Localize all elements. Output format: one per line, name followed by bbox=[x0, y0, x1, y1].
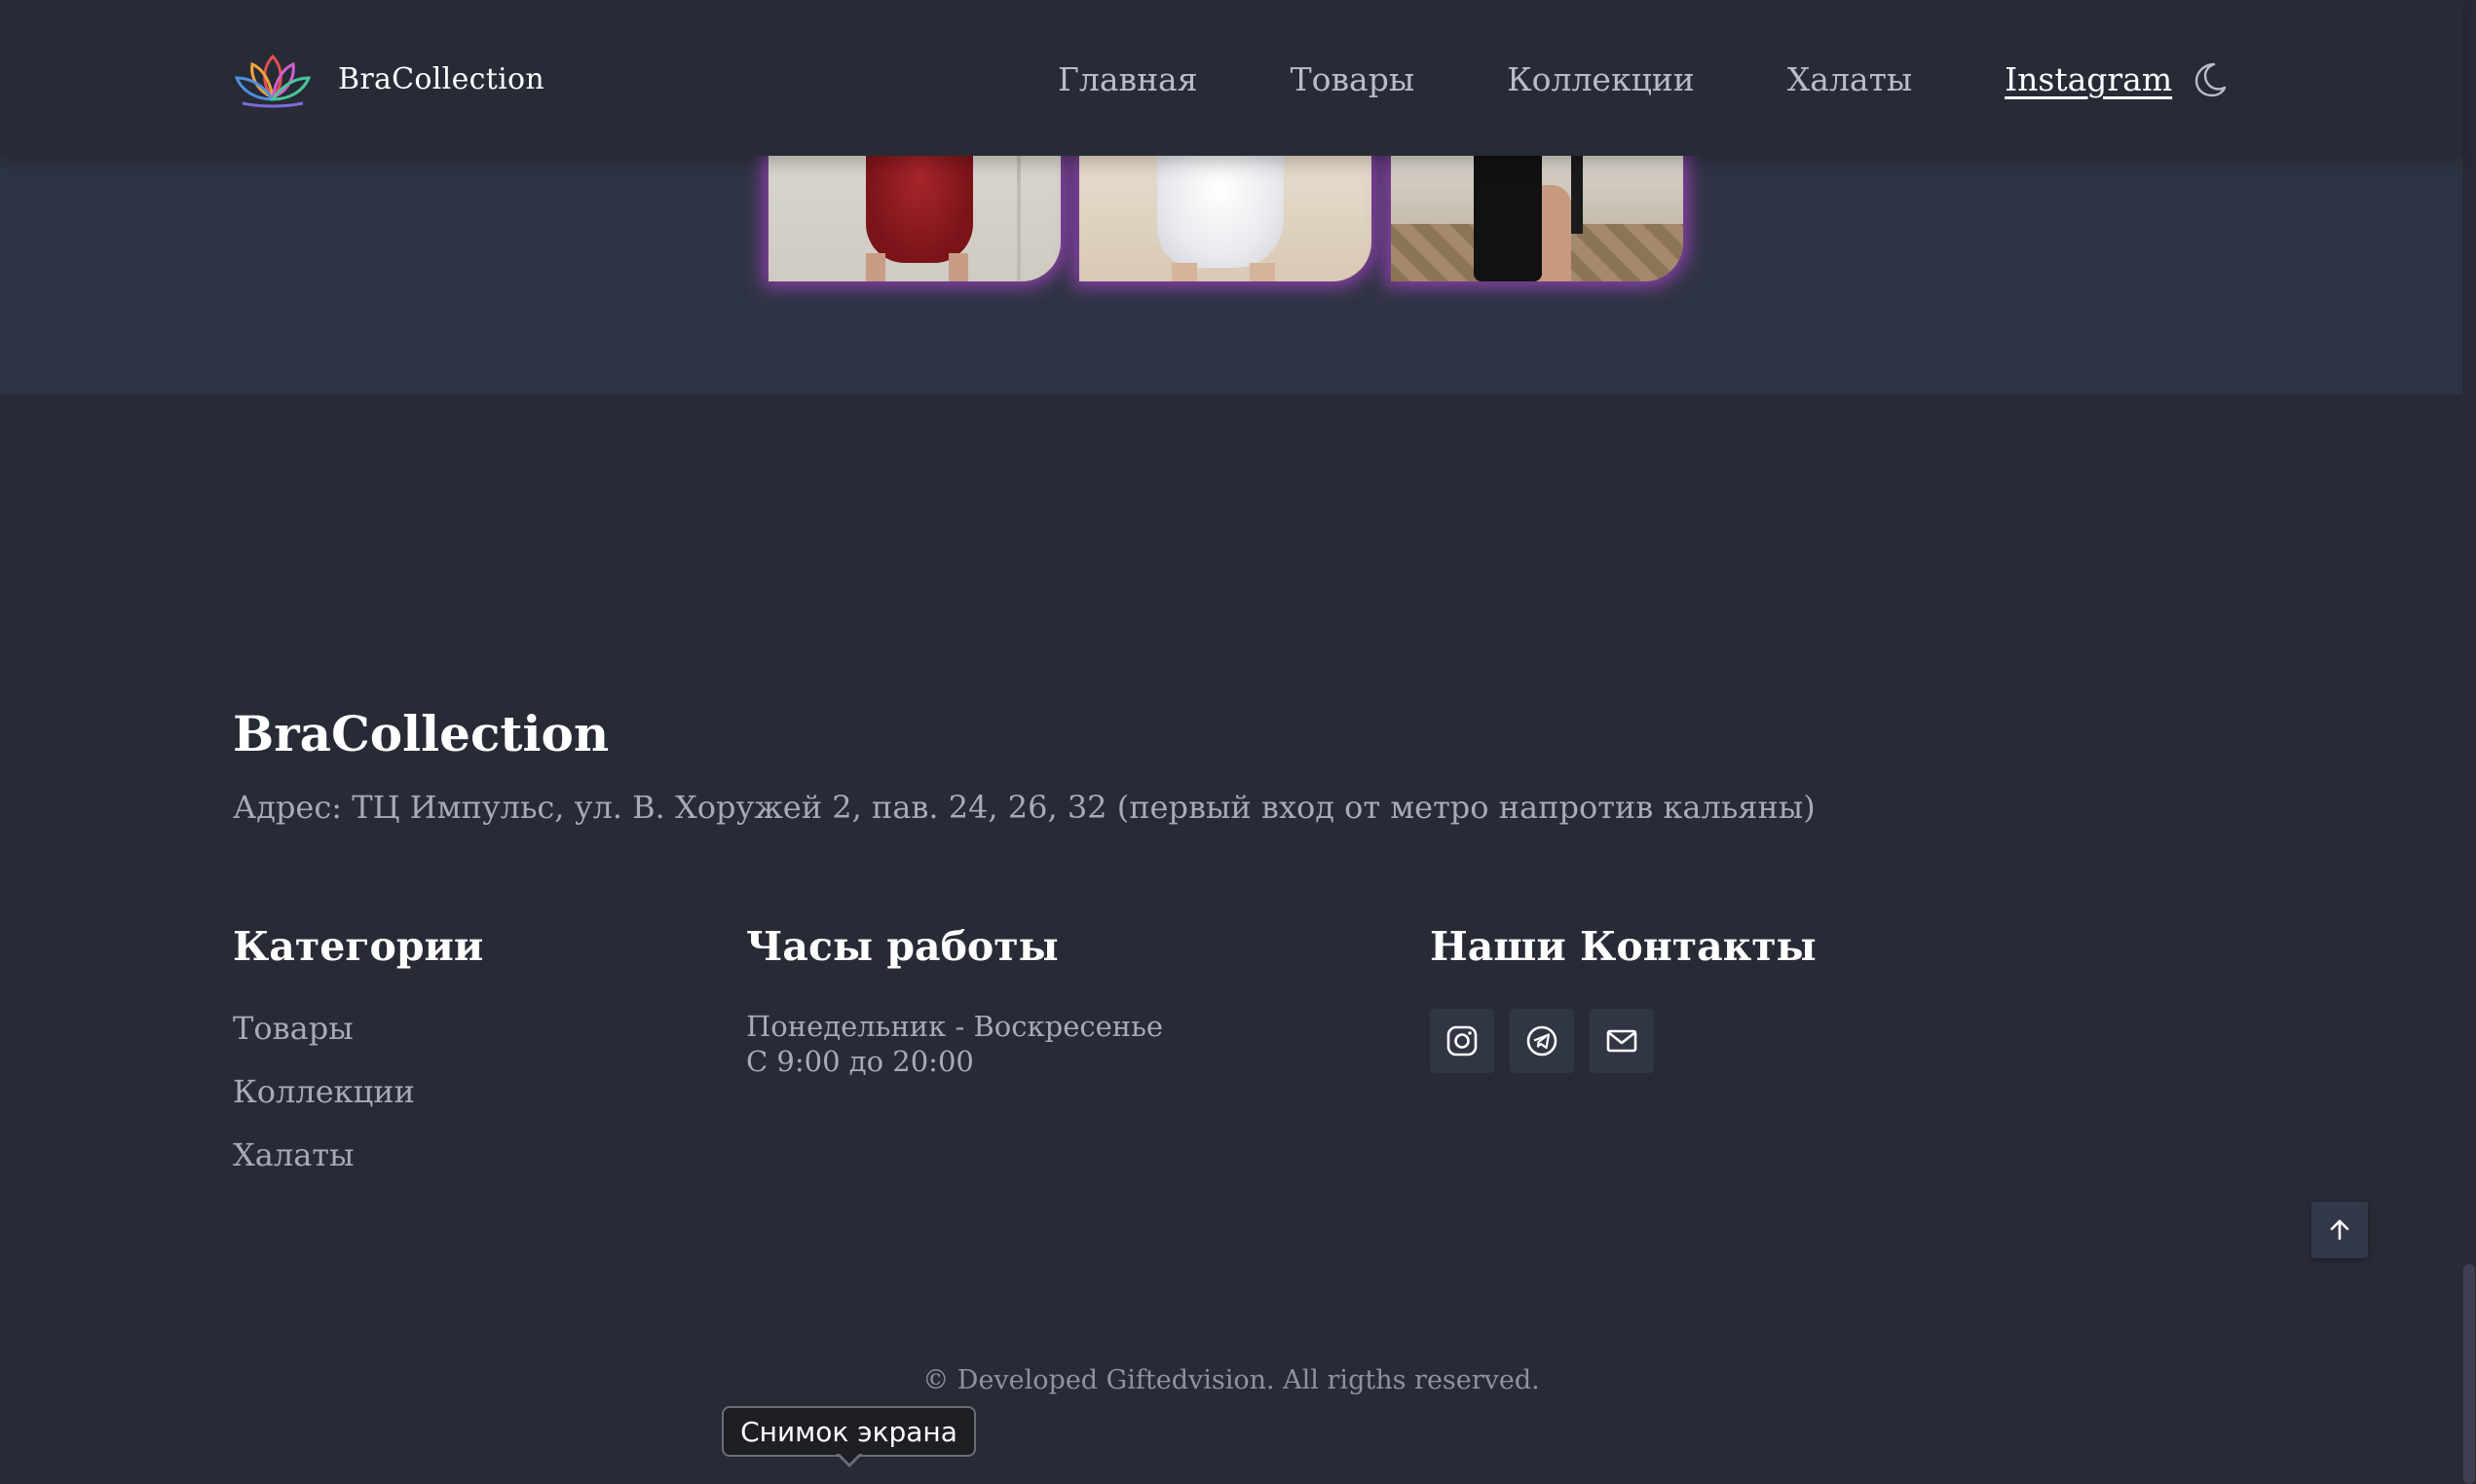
footer-brand: BraCollection bbox=[233, 705, 610, 762]
moon-icon[interactable] bbox=[2191, 60, 2228, 97]
nav-item-robes[interactable]: Халаты bbox=[1787, 56, 1912, 103]
mail-button[interactable] bbox=[1590, 1009, 1654, 1073]
categories-title: Категории bbox=[233, 923, 484, 970]
hours-title: Часы работы bbox=[746, 923, 1059, 970]
instagram-icon bbox=[1446, 1025, 1478, 1057]
arrow-up-icon bbox=[2330, 1219, 2349, 1241]
mail-icon bbox=[1606, 1029, 1637, 1053]
hours-column: Часы работы Понедельник - Воскресенье С … bbox=[746, 923, 1163, 1079]
instagram-button[interactable] bbox=[1430, 1009, 1494, 1073]
nav-item-collections[interactable]: Коллекции bbox=[1507, 56, 1695, 103]
nav-item-home[interactable]: Главная bbox=[1058, 56, 1198, 103]
scrollbar-track[interactable] bbox=[2462, 0, 2476, 1484]
footer-link-products[interactable]: Товары bbox=[233, 1009, 483, 1048]
store-address: Адрес: ТЦ Импульс, ул. В. Хоружей 2, пав… bbox=[233, 789, 1816, 826]
brand-name: BraCollection bbox=[338, 61, 544, 96]
page: BraCollection Главная Товары Коллекции Х… bbox=[0, 0, 2476, 1484]
scroll-to-top-button[interactable] bbox=[2311, 1202, 2368, 1258]
brand-link[interactable]: BraCollection bbox=[233, 49, 544, 109]
scrollbar-thumb[interactable] bbox=[2463, 1264, 2475, 1484]
main-nav: Главная Товары Коллекции Халаты Instagra… bbox=[1058, 56, 2265, 103]
telegram-button[interactable] bbox=[1510, 1009, 1574, 1073]
hours-days: Понедельник - Воскресенье bbox=[746, 1010, 1164, 1043]
contacts-title: Наши Контакты bbox=[1430, 923, 1817, 970]
product-photo-black-robe[interactable] bbox=[1391, 156, 1683, 281]
hours-time: С 9:00 до 20:00 bbox=[746, 1045, 974, 1078]
contacts-column: Наши Контакты bbox=[1430, 923, 1817, 1073]
footer-link-robes[interactable]: Халаты bbox=[233, 1135, 483, 1174]
site-header: BraCollection Главная Товары Коллекции Х… bbox=[0, 0, 2462, 156]
nav-item-instagram[interactable]: Instagram bbox=[2005, 56, 2172, 103]
social-links bbox=[1430, 1009, 1817, 1073]
categories-column: Категории Товары Коллекции Халаты bbox=[233, 923, 483, 1174]
telegram-icon bbox=[1526, 1025, 1557, 1057]
nav-item-products[interactable]: Товары bbox=[1291, 56, 1415, 103]
lotus-logo-icon bbox=[234, 54, 312, 108]
product-photo-red-robe[interactable] bbox=[769, 156, 1061, 281]
footer-link-collections[interactable]: Коллекции bbox=[233, 1072, 483, 1111]
screenshot-tooltip: Снимок экрана bbox=[722, 1406, 976, 1457]
copyright-text: © Developed Giftedvision. All rigths res… bbox=[922, 1365, 1540, 1395]
product-photo-white-robe[interactable] bbox=[1079, 156, 1371, 281]
